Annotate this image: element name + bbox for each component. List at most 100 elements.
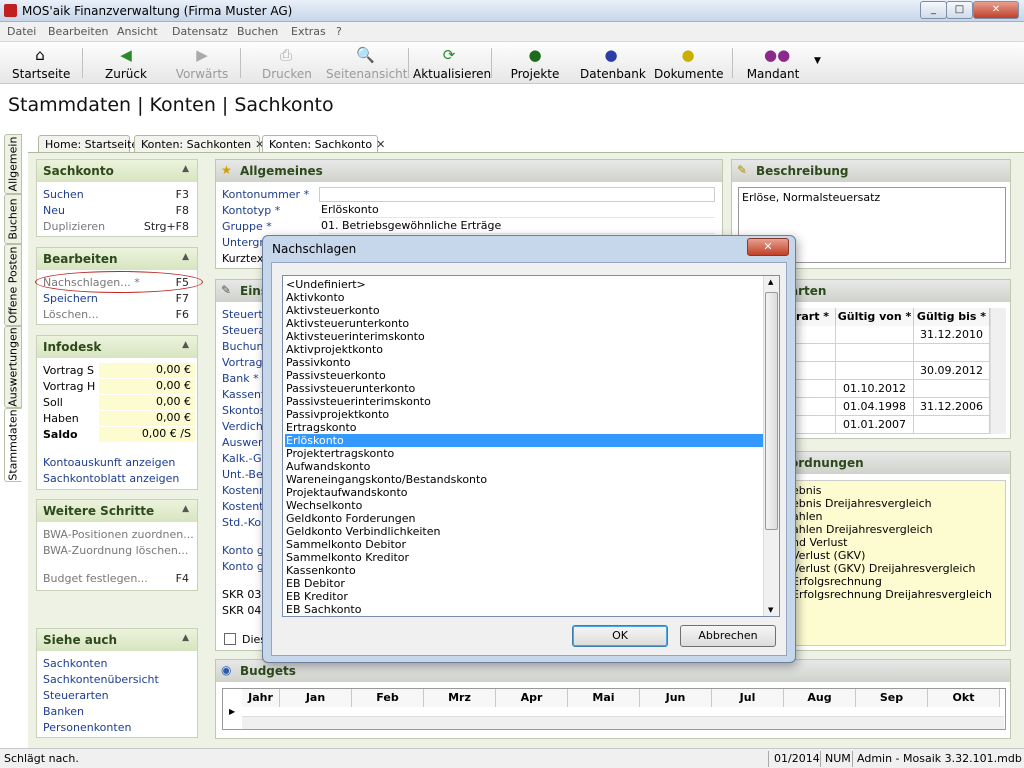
table-scrollbar[interactable] — [990, 308, 1006, 434]
lookup-list-item[interactable]: Passivkonto — [285, 356, 764, 369]
seitenansicht-button[interactable]: 🔍 Seitenansicht — [326, 46, 407, 82]
lookup-list-item[interactable]: Passivprojektkonto — [285, 408, 764, 421]
lookup-list-item[interactable]: Passivsteuerunterkonto — [285, 382, 764, 395]
link-speichern[interactable]: Speichern — [43, 292, 98, 305]
link-neu[interactable]: Neu — [43, 204, 65, 217]
lookup-list-item[interactable]: Wareneingangskonto/Bestandskonto — [285, 473, 764, 486]
lookup-list-item[interactable]: EB Kreditor — [285, 590, 764, 603]
checkbox[interactable] — [224, 633, 236, 645]
vtab-allgemein[interactable]: Allgemein — [4, 134, 22, 194]
link-duplizieren[interactable]: Duplizieren — [43, 220, 105, 233]
aktualisieren-button[interactable]: ⟳ Aktualisieren — [413, 46, 491, 82]
menu-ansicht[interactable]: Ansicht — [117, 25, 158, 38]
lookup-list-item[interactable]: Sammelkonto Debitor — [285, 538, 764, 551]
chevron-up-icon[interactable]: ▲ — [182, 164, 189, 174]
table-cell[interactable] — [914, 416, 990, 434]
lookup-list-item[interactable]: Aktivsteuerinterimskonto — [285, 330, 764, 343]
link-personenkonten[interactable]: Personenkonten — [43, 721, 131, 734]
lookup-list-item[interactable]: Projektaufwandskonto — [285, 486, 764, 499]
field-kontonummer[interactable] — [319, 187, 715, 202]
link-sachkontoblatt[interactable]: Sachkontoblatt anzeigen — [43, 472, 179, 485]
table-cell[interactable] — [790, 380, 836, 398]
link-budget[interactable]: Budget festlegen... — [43, 572, 148, 585]
minimize-button[interactable]: _ — [920, 1, 947, 19]
maximize-button[interactable]: □ — [946, 1, 973, 19]
dropdown-arrow-icon[interactable]: ▼ — [814, 56, 821, 66]
datenbank-button[interactable]: ● Datenbank — [580, 46, 646, 82]
vtab-buchen[interactable]: Buchen — [4, 194, 22, 244]
field-gruppe[interactable]: 01. Betriebsgewöhnliche Erträge — [319, 219, 715, 234]
chevron-up-icon[interactable]: ▲ — [182, 340, 189, 350]
lookup-list-item[interactable]: Aufwandskonto — [285, 460, 764, 473]
lookup-list-item[interactable]: Aktivkonto — [285, 291, 764, 304]
vtab-offene-posten[interactable]: Offene Posten — [4, 244, 22, 326]
table-cell[interactable] — [790, 416, 836, 434]
scroll-up-icon[interactable]: ▲ — [768, 278, 773, 286]
tab-sachkonto[interactable]: Konten: Sachkonto ✕ — [262, 135, 385, 153]
tab-startseite[interactable]: Home: Startseite — [38, 135, 138, 153]
lookup-list-item[interactable]: Passivsteuerinterimskonto — [285, 395, 764, 408]
projekte-button[interactable]: ● Projekte — [510, 46, 560, 82]
lookup-list-item[interactable]: Aktivsteuerunterkonto — [285, 317, 764, 330]
lookup-list-item[interactable]: EB Debitor — [285, 577, 764, 590]
link-loeschen[interactable]: Löschen... — [43, 308, 99, 321]
menu-extras[interactable]: Extras — [291, 25, 326, 38]
chevron-up-icon[interactable]: ▲ — [182, 504, 189, 514]
budgets-hscrollbar[interactable] — [242, 716, 1004, 729]
menu-datei[interactable]: Datei — [7, 25, 36, 38]
lookup-list-item[interactable]: Projektertragskonto — [285, 447, 764, 460]
listbox-scrollbar[interactable]: ▲ ▼ — [763, 276, 779, 616]
startseite-button[interactable]: ⌂ Startseite — [12, 46, 70, 82]
menu-help[interactable]: ? — [336, 25, 342, 38]
vorwaerts-button[interactable]: ▶ Vorwärts — [174, 46, 230, 82]
table-cell[interactable] — [836, 362, 914, 380]
chevron-up-icon[interactable]: ▲ — [182, 252, 189, 262]
lookup-listbox[interactable]: <Undefiniert> Aktivkonto Aktivsteuerkonto A… — [282, 275, 780, 617]
table-cell[interactable] — [836, 344, 914, 362]
link-kontoauskunft[interactable]: Kontoauskunft anzeigen — [43, 456, 175, 469]
menu-buchen[interactable]: Buchen — [237, 25, 278, 38]
lookup-list-item[interactable]: Aktivprojektkonto — [285, 343, 764, 356]
link-suchen[interactable]: Suchen — [43, 188, 84, 201]
lookup-list-item[interactable]: Kassenkonto — [285, 564, 764, 577]
link-sachkontenuebersicht[interactable]: Sachkontenübersicht — [43, 673, 159, 686]
lookup-list-item[interactable]: Aktivsteuerkonto — [285, 304, 764, 317]
ok-button[interactable]: OK — [572, 625, 668, 647]
menu-datensatz[interactable]: Datensatz — [172, 25, 228, 38]
table-cell[interactable] — [914, 344, 990, 362]
link-sachkonten[interactable]: Sachkonten — [43, 657, 107, 670]
lookup-list-item[interactable]: Geldkonto Forderungen — [285, 512, 764, 525]
lookup-list-item[interactable]: Geldkonto Verbindlichkeiten — [285, 525, 764, 538]
table-cell[interactable] — [790, 326, 836, 344]
table-cell[interactable]: 01.01.2007 — [836, 416, 914, 434]
lookup-list-item[interactable]: Wechselkonto — [285, 499, 764, 512]
table-cell[interactable]: 01.04.1998 — [836, 398, 914, 416]
link-bwa-zuordnen[interactable]: BWA-Positionen zuordnen... — [43, 528, 194, 541]
link-banken[interactable]: Banken — [43, 705, 84, 718]
mandant-button[interactable]: ●● Mandant — [745, 46, 801, 82]
link-bwa-loeschen[interactable]: BWA-Zuordnung löschen... — [43, 544, 188, 557]
vtab-stammdaten[interactable]: Stammdaten — [4, 408, 22, 482]
dokumente-button[interactable]: ● Dokumente — [654, 46, 724, 82]
menu-bearbeiten[interactable]: Bearbeiten — [48, 25, 108, 38]
close-tab-icon[interactable]: ✕ — [376, 138, 385, 151]
table-cell[interactable] — [914, 380, 990, 398]
link-nachschlagen[interactable]: Nachschlagen... * — [43, 276, 140, 289]
table-cell[interactable] — [790, 362, 836, 380]
zurueck-button[interactable]: ◀ Zurück — [102, 46, 150, 82]
table-cell[interactable]: 31.12.2006 — [914, 398, 990, 416]
table-cell[interactable]: 01.10.2012 — [836, 380, 914, 398]
lookup-list-item[interactable]: Ertragskonto — [285, 421, 764, 434]
table-cell[interactable] — [790, 398, 836, 416]
close-button[interactable]: ✕ — [973, 1, 1019, 19]
lookup-list-item[interactable]: <Undefiniert> — [285, 278, 764, 291]
abbrechen-button[interactable]: Abbrechen — [680, 625, 776, 647]
lookup-list-item[interactable]: Erlöskonto — [285, 434, 764, 447]
dialog-close-button[interactable]: ✕ — [747, 238, 789, 256]
drucken-button[interactable]: ⎙ Drucken — [262, 46, 312, 82]
table-cell[interactable]: 30.09.2012 — [914, 362, 990, 380]
tab-sachkonten[interactable]: Konten: Sachkonten ✕ — [134, 135, 264, 153]
field-kontotyp[interactable]: Erlöskonto — [319, 203, 715, 218]
vtab-auswertungen[interactable]: Auswertungen — [4, 326, 22, 408]
scroll-thumb[interactable] — [765, 292, 778, 530]
